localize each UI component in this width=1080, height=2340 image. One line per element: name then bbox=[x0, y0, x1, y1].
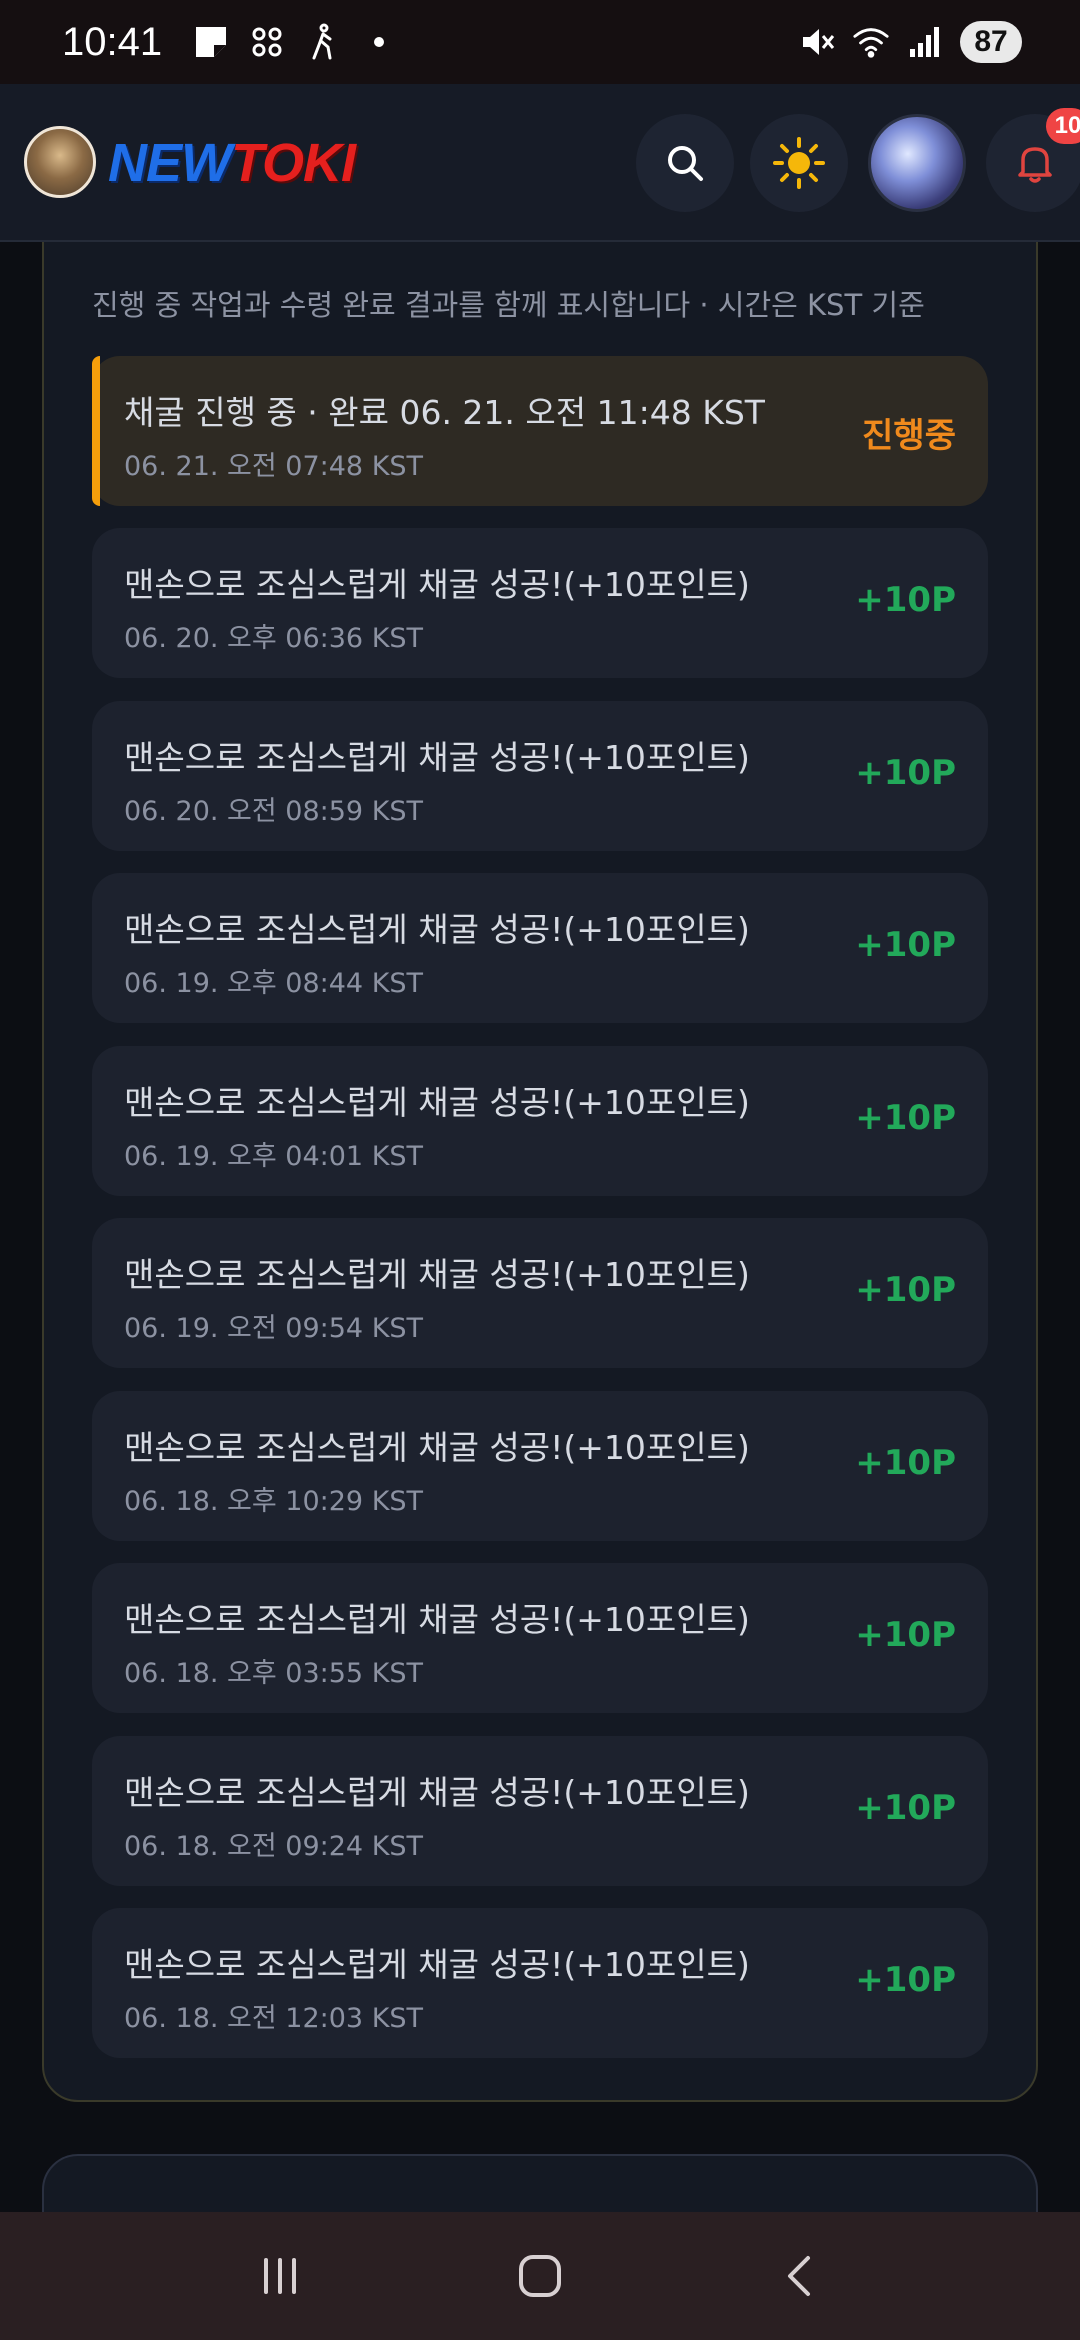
grid-icon bbox=[248, 23, 286, 61]
logo-new-text: NEW bbox=[108, 133, 232, 193]
wifi-icon bbox=[852, 23, 890, 61]
history-item[interactable]: 맨손으로 조심스럽게 채굴 성공!(+10포인트) 06. 20. 오후 06:… bbox=[92, 528, 988, 678]
sun-icon bbox=[773, 137, 825, 189]
notification-badge: 10 bbox=[1046, 108, 1080, 144]
history-item-title: 맨손으로 조심스럽게 채굴 성공!(+10포인트) bbox=[124, 1773, 750, 1812]
home-button[interactable] bbox=[500, 2236, 580, 2316]
recent-apps-button[interactable] bbox=[240, 2236, 320, 2316]
history-item[interactable]: 맨손으로 조심스럽게 채굴 성공!(+10포인트) 06. 19. 오후 08:… bbox=[92, 873, 988, 1023]
history-item[interactable]: 맨손으로 조심스럽게 채굴 성공!(+10포인트) 06. 18. 오후 10:… bbox=[92, 1391, 988, 1541]
search-button[interactable] bbox=[636, 114, 734, 212]
history-item-points: +10P bbox=[855, 753, 956, 793]
back-icon bbox=[788, 2256, 810, 2296]
history-item-time: 06. 19. 오후 04:01 KST bbox=[124, 1141, 424, 1172]
logo-toki-text: TOKI bbox=[230, 133, 356, 193]
home-icon bbox=[519, 2255, 561, 2297]
history-item-time: 06. 21. 오전 07:48 KST bbox=[124, 451, 424, 482]
status-left: 10:41 bbox=[62, 20, 398, 65]
history-item-active[interactable]: 채굴 진행 중 · 완료 06. 21. 오전 11:48 KST 06. 21… bbox=[92, 356, 988, 506]
site-logo[interactable]: NEWTOKI bbox=[108, 128, 356, 198]
notifications-button[interactable]: 10 bbox=[986, 108, 1080, 212]
back-button[interactable] bbox=[760, 2236, 840, 2316]
history-item-time: 06. 18. 오전 12:03 KST bbox=[124, 2003, 424, 2034]
history-caption: 진행 중 작업과 수령 완료 결과를 함께 표시합니다 · 시간은 KST 기준 bbox=[92, 288, 925, 322]
signal-icon bbox=[906, 23, 944, 61]
history-item-title: 맨손으로 조심스럽게 채굴 성공!(+10포인트) bbox=[124, 910, 750, 949]
site-logo-image[interactable] bbox=[24, 126, 96, 198]
note-icon bbox=[192, 23, 230, 61]
history-item-title: 맨손으로 조심스럽게 채굴 성공!(+10포인트) bbox=[124, 1428, 750, 1467]
history-item-title: 채굴 진행 중 · 완료 06. 21. 오전 11:48 KST bbox=[124, 393, 765, 432]
next-panel bbox=[42, 2154, 1038, 2212]
status-bar: 10:41 87 bbox=[0, 0, 1080, 84]
main-content[interactable]: 진행 중 작업과 수령 완료 결과를 함께 표시합니다 · 시간은 KST 기준… bbox=[0, 242, 1080, 2212]
app-header: NEWTOKI 10 bbox=[0, 84, 1080, 242]
history-item-points: +10P bbox=[855, 925, 956, 965]
history-item-title: 맨손으로 조심스럽게 채굴 성공!(+10포인트) bbox=[124, 565, 750, 604]
status-right: 87 bbox=[798, 21, 1022, 63]
history-item-time: 06. 20. 오후 06:36 KST bbox=[124, 623, 424, 654]
history-item-points: +10P bbox=[855, 1443, 956, 1483]
history-item-time: 06. 20. 오전 08:59 KST bbox=[124, 796, 424, 827]
bell-icon bbox=[1018, 147, 1052, 183]
history-item-time: 06. 18. 오후 10:29 KST bbox=[124, 1486, 424, 1517]
history-item-points: +10P bbox=[855, 1788, 956, 1828]
walking-icon bbox=[304, 23, 342, 61]
history-item-time: 06. 18. 오전 09:24 KST bbox=[124, 1831, 424, 1862]
history-item-points: +10P bbox=[855, 1270, 956, 1310]
history-item-time: 06. 19. 오전 09:54 KST bbox=[124, 1313, 424, 1344]
history-item[interactable]: 맨손으로 조심스럽게 채굴 성공!(+10포인트) 06. 19. 오전 09:… bbox=[92, 1218, 988, 1368]
search-icon bbox=[668, 146, 703, 181]
history-item[interactable]: 맨손으로 조심스럽게 채굴 성공!(+10포인트) 06. 18. 오전 09:… bbox=[92, 1736, 988, 1886]
system-nav-bar bbox=[0, 2212, 1080, 2340]
dot-icon bbox=[360, 23, 398, 61]
history-item-title: 맨손으로 조심스럽게 채굴 성공!(+10포인트) bbox=[124, 1945, 750, 1984]
history-item-status: 진행중 bbox=[862, 416, 956, 456]
history-item-time: 06. 19. 오후 08:44 KST bbox=[124, 968, 424, 999]
history-item[interactable]: 맨손으로 조심스럽게 채굴 성공!(+10포인트) 06. 20. 오전 08:… bbox=[92, 701, 988, 851]
history-item-title: 맨손으로 조심스럽게 채굴 성공!(+10포인트) bbox=[124, 738, 750, 777]
history-item-time: 06. 18. 오후 03:55 KST bbox=[124, 1658, 424, 1689]
history-item[interactable]: 맨손으로 조심스럽게 채굴 성공!(+10포인트) 06. 18. 오전 12:… bbox=[92, 1908, 988, 2058]
history-item[interactable]: 맨손으로 조심스럽게 채굴 성공!(+10포인트) 06. 18. 오후 03:… bbox=[92, 1563, 988, 1713]
history-item-points: +10P bbox=[855, 1960, 956, 2000]
history-item-points: +10P bbox=[855, 580, 956, 620]
history-item-points: +10P bbox=[855, 1615, 956, 1655]
history-item[interactable]: 맨손으로 조심스럽게 채굴 성공!(+10포인트) 06. 19. 오후 04:… bbox=[92, 1046, 988, 1196]
battery-indicator: 87 bbox=[960, 21, 1022, 63]
history-item-title: 맨손으로 조심스럽게 채굴 성공!(+10포인트) bbox=[124, 1600, 750, 1639]
profile-avatar[interactable] bbox=[868, 114, 966, 212]
recent-apps-icon bbox=[264, 2258, 296, 2294]
history-item-title: 맨손으로 조심스럽게 채굴 성공!(+10포인트) bbox=[124, 1255, 750, 1294]
history-item-points: +10P bbox=[855, 1098, 956, 1138]
mute-icon bbox=[798, 23, 836, 61]
status-time: 10:41 bbox=[62, 19, 163, 64]
theme-toggle-button[interactable] bbox=[750, 114, 848, 212]
history-item-title: 맨손으로 조심스럽게 채굴 성공!(+10포인트) bbox=[124, 1083, 750, 1122]
